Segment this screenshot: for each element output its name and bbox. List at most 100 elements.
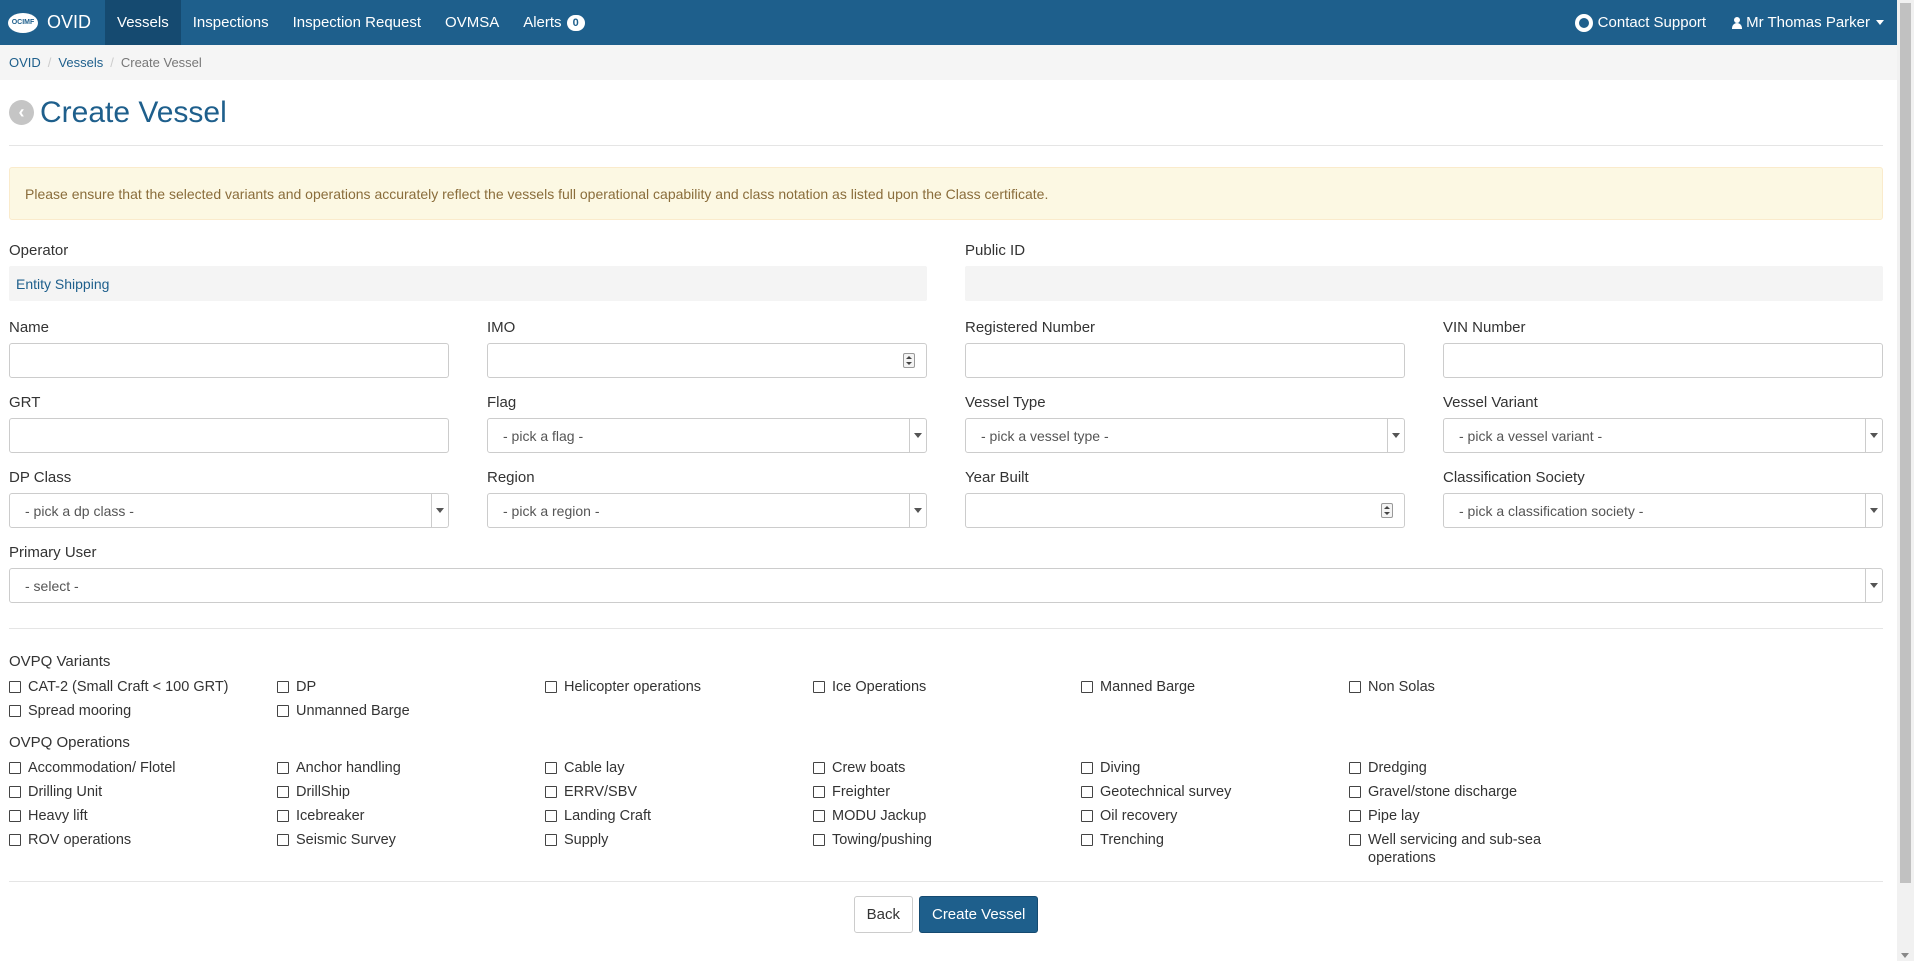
checkbox-box[interactable]: [9, 786, 21, 798]
brand[interactable]: OCIMF OVID: [0, 0, 105, 45]
checkbox-box[interactable]: [1081, 786, 1093, 798]
checkbox-label: Crew boats: [832, 760, 906, 776]
nav-inspections[interactable]: Inspections: [181, 0, 281, 45]
checkbox-label: Diving: [1100, 760, 1141, 776]
nav-alerts[interactable]: Alerts 0: [511, 0, 596, 45]
operation-checkbox[interactable]: DrillShip: [277, 783, 545, 801]
variant-checkbox[interactable]: Ice Operations: [813, 678, 1081, 696]
checkbox-box[interactable]: [545, 810, 557, 822]
number-spinner[interactable]: [903, 353, 915, 368]
checkbox-box[interactable]: [277, 762, 289, 774]
operation-checkbox[interactable]: Drilling Unit: [9, 783, 277, 801]
operation-checkbox[interactable]: Towing/pushing: [813, 831, 1081, 867]
create-vessel-button[interactable]: Create Vessel: [918, 896, 1039, 933]
checkbox-box[interactable]: [1349, 786, 1361, 798]
checkbox-box[interactable]: [813, 786, 825, 798]
operation-checkbox[interactable]: Well servicing and sub-sea operations: [1349, 831, 1549, 867]
imo-input[interactable]: [487, 343, 927, 378]
operation-checkbox[interactable]: Anchor handling: [277, 759, 545, 777]
vessel-type-select[interactable]: - pick a vessel type -: [965, 418, 1405, 453]
checkbox-box[interactable]: [813, 681, 825, 693]
operation-checkbox[interactable]: Dredging: [1349, 759, 1617, 777]
checkbox-box[interactable]: [277, 705, 289, 717]
checkbox-box[interactable]: [1081, 681, 1093, 693]
checkbox-box[interactable]: [277, 786, 289, 798]
operation-checkbox[interactable]: Freighter: [813, 783, 1081, 801]
operation-checkbox[interactable]: Supply: [545, 831, 813, 867]
variant-checkbox[interactable]: DP: [277, 678, 545, 696]
operation-checkbox[interactable]: Seismic Survey: [277, 831, 545, 867]
scrollbar-thumb[interactable]: [1900, 3, 1911, 883]
user-menu[interactable]: Mr Thomas Parker: [1719, 0, 1914, 45]
operation-checkbox[interactable]: Icebreaker: [277, 807, 545, 825]
checkbox-box[interactable]: [545, 786, 557, 798]
breadcrumb-vessels[interactable]: Vessels: [58, 55, 103, 70]
operation-checkbox[interactable]: Landing Craft: [545, 807, 813, 825]
year-built-input[interactable]: [965, 493, 1405, 528]
scroll-down-arrow-icon[interactable]: [1901, 953, 1909, 958]
nav-inspection-request[interactable]: Inspection Request: [281, 0, 433, 45]
grt-input[interactable]: [9, 418, 449, 453]
name-input[interactable]: [9, 343, 449, 378]
nav-vessels[interactable]: Vessels: [105, 0, 181, 45]
checkbox-box[interactable]: [1349, 810, 1361, 822]
checkbox-box[interactable]: [9, 681, 21, 693]
operation-checkbox[interactable]: Pipe lay: [1349, 807, 1617, 825]
operations-checkbox-grid: Accommodation/ Flotel Anchor handling Ca…: [9, 759, 1883, 867]
checkbox-box[interactable]: [277, 681, 289, 693]
operation-checkbox[interactable]: Diving: [1081, 759, 1349, 777]
checkbox-box[interactable]: [545, 762, 557, 774]
vertical-scrollbar[interactable]: [1897, 0, 1914, 961]
checkbox-box[interactable]: [9, 705, 21, 717]
brand-name: OVID: [47, 12, 92, 32]
operation-checkbox[interactable]: ROV operations: [9, 831, 277, 867]
operation-checkbox[interactable]: Cable lay: [545, 759, 813, 777]
flag-select[interactable]: - pick a flag -: [487, 418, 927, 453]
operation-checkbox[interactable]: Geotechnical survey: [1081, 783, 1349, 801]
back-arrow-icon[interactable]: ‹: [9, 100, 34, 125]
number-spinner[interactable]: [1381, 503, 1393, 518]
checkbox-box[interactable]: [1081, 834, 1093, 846]
operation-checkbox[interactable]: MODU Jackup: [813, 807, 1081, 825]
checkbox-box[interactable]: [9, 834, 21, 846]
checkbox-box[interactable]: [1349, 834, 1361, 846]
variant-checkbox[interactable]: Helicopter operations: [545, 678, 813, 696]
nav-ovmsa[interactable]: OVMSA: [433, 0, 511, 45]
checkbox-box[interactable]: [813, 834, 825, 846]
operation-checkbox[interactable]: Heavy lift: [9, 807, 277, 825]
registered-number-input[interactable]: [965, 343, 1405, 378]
breadcrumb-ovid[interactable]: OVID: [9, 55, 41, 70]
checkbox-box[interactable]: [9, 762, 21, 774]
checkbox-box[interactable]: [277, 834, 289, 846]
operation-checkbox[interactable]: Trenching: [1081, 831, 1349, 867]
variant-checkbox[interactable]: Unmanned Barge: [277, 702, 545, 720]
checkbox-box[interactable]: [545, 834, 557, 846]
dp-class-select[interactable]: - pick a dp class -: [9, 493, 449, 528]
breadcrumb: OVID / Vessels / Create Vessel: [0, 45, 1914, 80]
operation-checkbox[interactable]: Crew boats: [813, 759, 1081, 777]
checkbox-box[interactable]: [1081, 810, 1093, 822]
contact-support-link[interactable]: Contact Support: [1562, 0, 1719, 45]
checkbox-box[interactable]: [813, 762, 825, 774]
vessel-variant-select[interactable]: - pick a vessel variant -: [1443, 418, 1883, 453]
variant-checkbox[interactable]: Non Solas: [1349, 678, 1617, 696]
variant-checkbox[interactable]: Manned Barge: [1081, 678, 1349, 696]
checkbox-box[interactable]: [1081, 762, 1093, 774]
variant-checkbox[interactable]: CAT-2 (Small Craft < 100 GRT): [9, 678, 277, 696]
operation-checkbox[interactable]: Accommodation/ Flotel: [9, 759, 277, 777]
operation-checkbox[interactable]: Gravel/stone discharge: [1349, 783, 1617, 801]
checkbox-box[interactable]: [1349, 762, 1361, 774]
checkbox-box[interactable]: [813, 810, 825, 822]
checkbox-box[interactable]: [277, 810, 289, 822]
back-button[interactable]: Back: [853, 896, 913, 933]
operation-checkbox[interactable]: Oil recovery: [1081, 807, 1349, 825]
classification-society-select[interactable]: - pick a classification society -: [1443, 493, 1883, 528]
primary-user-select[interactable]: - select -: [9, 568, 1883, 603]
variant-checkbox[interactable]: Spread mooring: [9, 702, 277, 720]
operation-checkbox[interactable]: ERRV/SBV: [545, 783, 813, 801]
checkbox-box[interactable]: [545, 681, 557, 693]
checkbox-box[interactable]: [9, 810, 21, 822]
vin-number-input[interactable]: [1443, 343, 1883, 378]
checkbox-box[interactable]: [1349, 681, 1361, 693]
region-select[interactable]: - pick a region -: [487, 493, 927, 528]
